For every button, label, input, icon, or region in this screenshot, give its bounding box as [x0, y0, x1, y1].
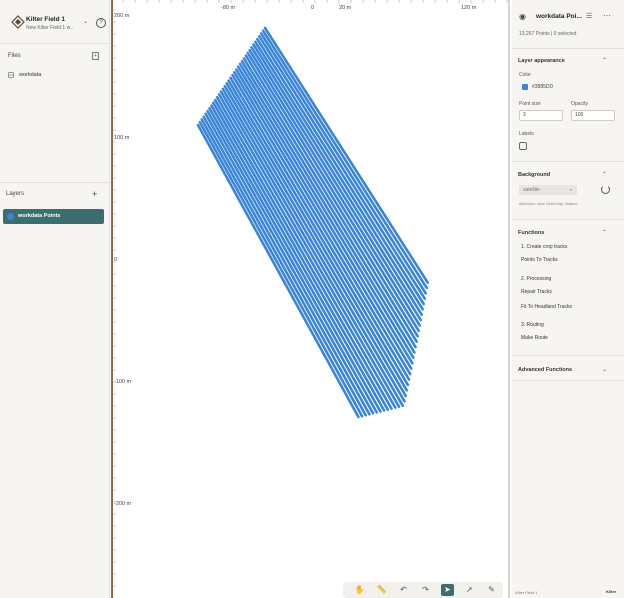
chevron-up-icon[interactable]: ⌃	[602, 57, 607, 64]
color-value[interactable]: #3885DD	[532, 84, 553, 90]
repair-tracks-button[interactable]: Repair Tracks	[521, 289, 552, 295]
draw-path-icon[interactable]: ➚	[463, 584, 476, 596]
list-icon[interactable]: ☰	[586, 12, 592, 20]
chevron-up-icon[interactable]: ⌃	[602, 229, 607, 236]
step-create-crop-tracks: 1. Create crop tracks	[521, 244, 568, 250]
divider	[0, 182, 110, 183]
kilter-brand-logo: Kilter	[606, 589, 617, 594]
layer-label: workdata Points	[18, 213, 61, 219]
footer-project-name: Kilter Field 1	[515, 590, 538, 595]
labels-checkbox[interactable]	[519, 142, 527, 150]
map-layer[interactable]: -80 m 0 20 m 120 m200 m100 m0-100 m-200 m	[113, 0, 508, 598]
points-to-tracks-button[interactable]: Points To Tracks	[521, 257, 558, 263]
project-header[interactable]: Kilter Field 1 New Kilter Field 1 w... ⌄…	[0, 0, 110, 44]
color-swatch[interactable]	[522, 84, 528, 90]
layer-appearance-heading: Layer appearance	[518, 58, 565, 64]
x-tick-label: -80 m	[221, 5, 235, 11]
files-heading: Files	[8, 53, 21, 59]
point-tracks[interactable]	[196, 26, 430, 419]
background-select[interactable]: satellite	[519, 185, 577, 195]
chevron-down-icon[interactable]: ⌄	[602, 366, 607, 373]
pan-hand-icon[interactable]: ✋	[353, 584, 366, 596]
opacity-label: Opacity	[571, 101, 588, 107]
x-tick-label: 20 m	[339, 5, 352, 11]
right-panel: ◉ workdata Poi... ☰ ⋯ 13,267 Points | 0 …	[512, 0, 624, 598]
chevron-up-icon[interactable]: ⌃	[602, 171, 607, 178]
map-canvas[interactable]: -80 m 0 20 m 120 m 200 m 100 m 0 -100 m -200 m ✋…	[111, 0, 510, 598]
advanced-functions-heading[interactable]: Advanced Functions	[518, 367, 572, 373]
step-processing: 2. Processing	[521, 276, 552, 282]
point-size-label: Point size	[519, 101, 541, 107]
add-file-icon[interactable]: +	[92, 52, 99, 60]
divider	[512, 48, 624, 49]
divider	[512, 380, 624, 381]
layer-item-workdata-points[interactable]: workdata Points	[3, 209, 104, 224]
visibility-eye-icon[interactable]: ◉	[519, 12, 526, 21]
file-item[interactable]: csv workdata	[6, 71, 101, 80]
kilter-logo-icon	[11, 15, 25, 29]
y-tick-label: 100 m	[114, 135, 130, 141]
divider	[512, 219, 624, 220]
y-tick-label: -100 m	[114, 379, 132, 385]
layer-color-swatch	[7, 213, 14, 220]
x-tick-label: 0	[311, 5, 314, 11]
color-label: Color	[519, 72, 531, 78]
help-icon[interactable]: ?	[96, 18, 106, 28]
divider	[512, 161, 624, 162]
point-track[interactable]	[246, 51, 421, 333]
measure-ruler-icon[interactable]: 📏	[375, 584, 388, 596]
points-count: 13,267 Points | 0 selected	[519, 31, 577, 37]
add-layer-icon[interactable]: +	[92, 189, 97, 199]
fit-to-headland-tracks-button[interactable]: Fit To Headland Tracks	[521, 304, 572, 310]
layer-title: workdata Poi...	[536, 13, 582, 20]
redo-icon[interactable]: ↷	[419, 584, 432, 596]
loading-spinner-icon	[601, 185, 610, 194]
select-cursor-icon[interactable]: ➤	[441, 584, 454, 596]
chevron-down-icon[interactable]: ▾	[570, 185, 572, 195]
project-title: Kilter Field 1	[26, 16, 66, 23]
background-heading: Background	[518, 172, 551, 178]
project-subtitle: New Kilter Field 1 w...	[26, 25, 75, 31]
point-track[interactable]	[244, 54, 419, 338]
x-tick-label: 120 m	[461, 5, 477, 11]
csv-file-icon: csv	[8, 72, 14, 78]
step-routing: 3. Routing	[521, 322, 544, 328]
chevron-down-icon[interactable]: ⌄	[83, 18, 88, 25]
divider	[512, 355, 624, 356]
y-tick-label: -200 m	[114, 501, 132, 507]
file-name: workdata	[19, 72, 42, 78]
left-sidebar: Kilter Field 1 New Kilter Field 1 w... ⌄…	[0, 0, 110, 598]
point-size-input[interactable]: 3	[519, 110, 563, 121]
y-tick-label: 200 m	[114, 13, 130, 19]
layers-heading: Layers	[6, 191, 25, 197]
map-attribution: Attribution: Open Street Map, Mapbox	[519, 202, 578, 206]
draw-polygon-icon[interactable]: ✎	[485, 584, 498, 596]
labels-label: Labels	[519, 131, 534, 137]
point-track[interactable]	[213, 98, 393, 410]
more-options-icon[interactable]: ⋯	[603, 11, 611, 20]
undo-icon[interactable]: ↶	[397, 584, 410, 596]
functions-heading: Functions	[518, 230, 545, 236]
map-toolbar: ✋ 📏 ↶ ↷ ➤ ➚ ✎	[343, 582, 503, 598]
make-route-button[interactable]: Make Route	[521, 335, 548, 341]
opacity-input[interactable]: 100	[571, 110, 615, 121]
